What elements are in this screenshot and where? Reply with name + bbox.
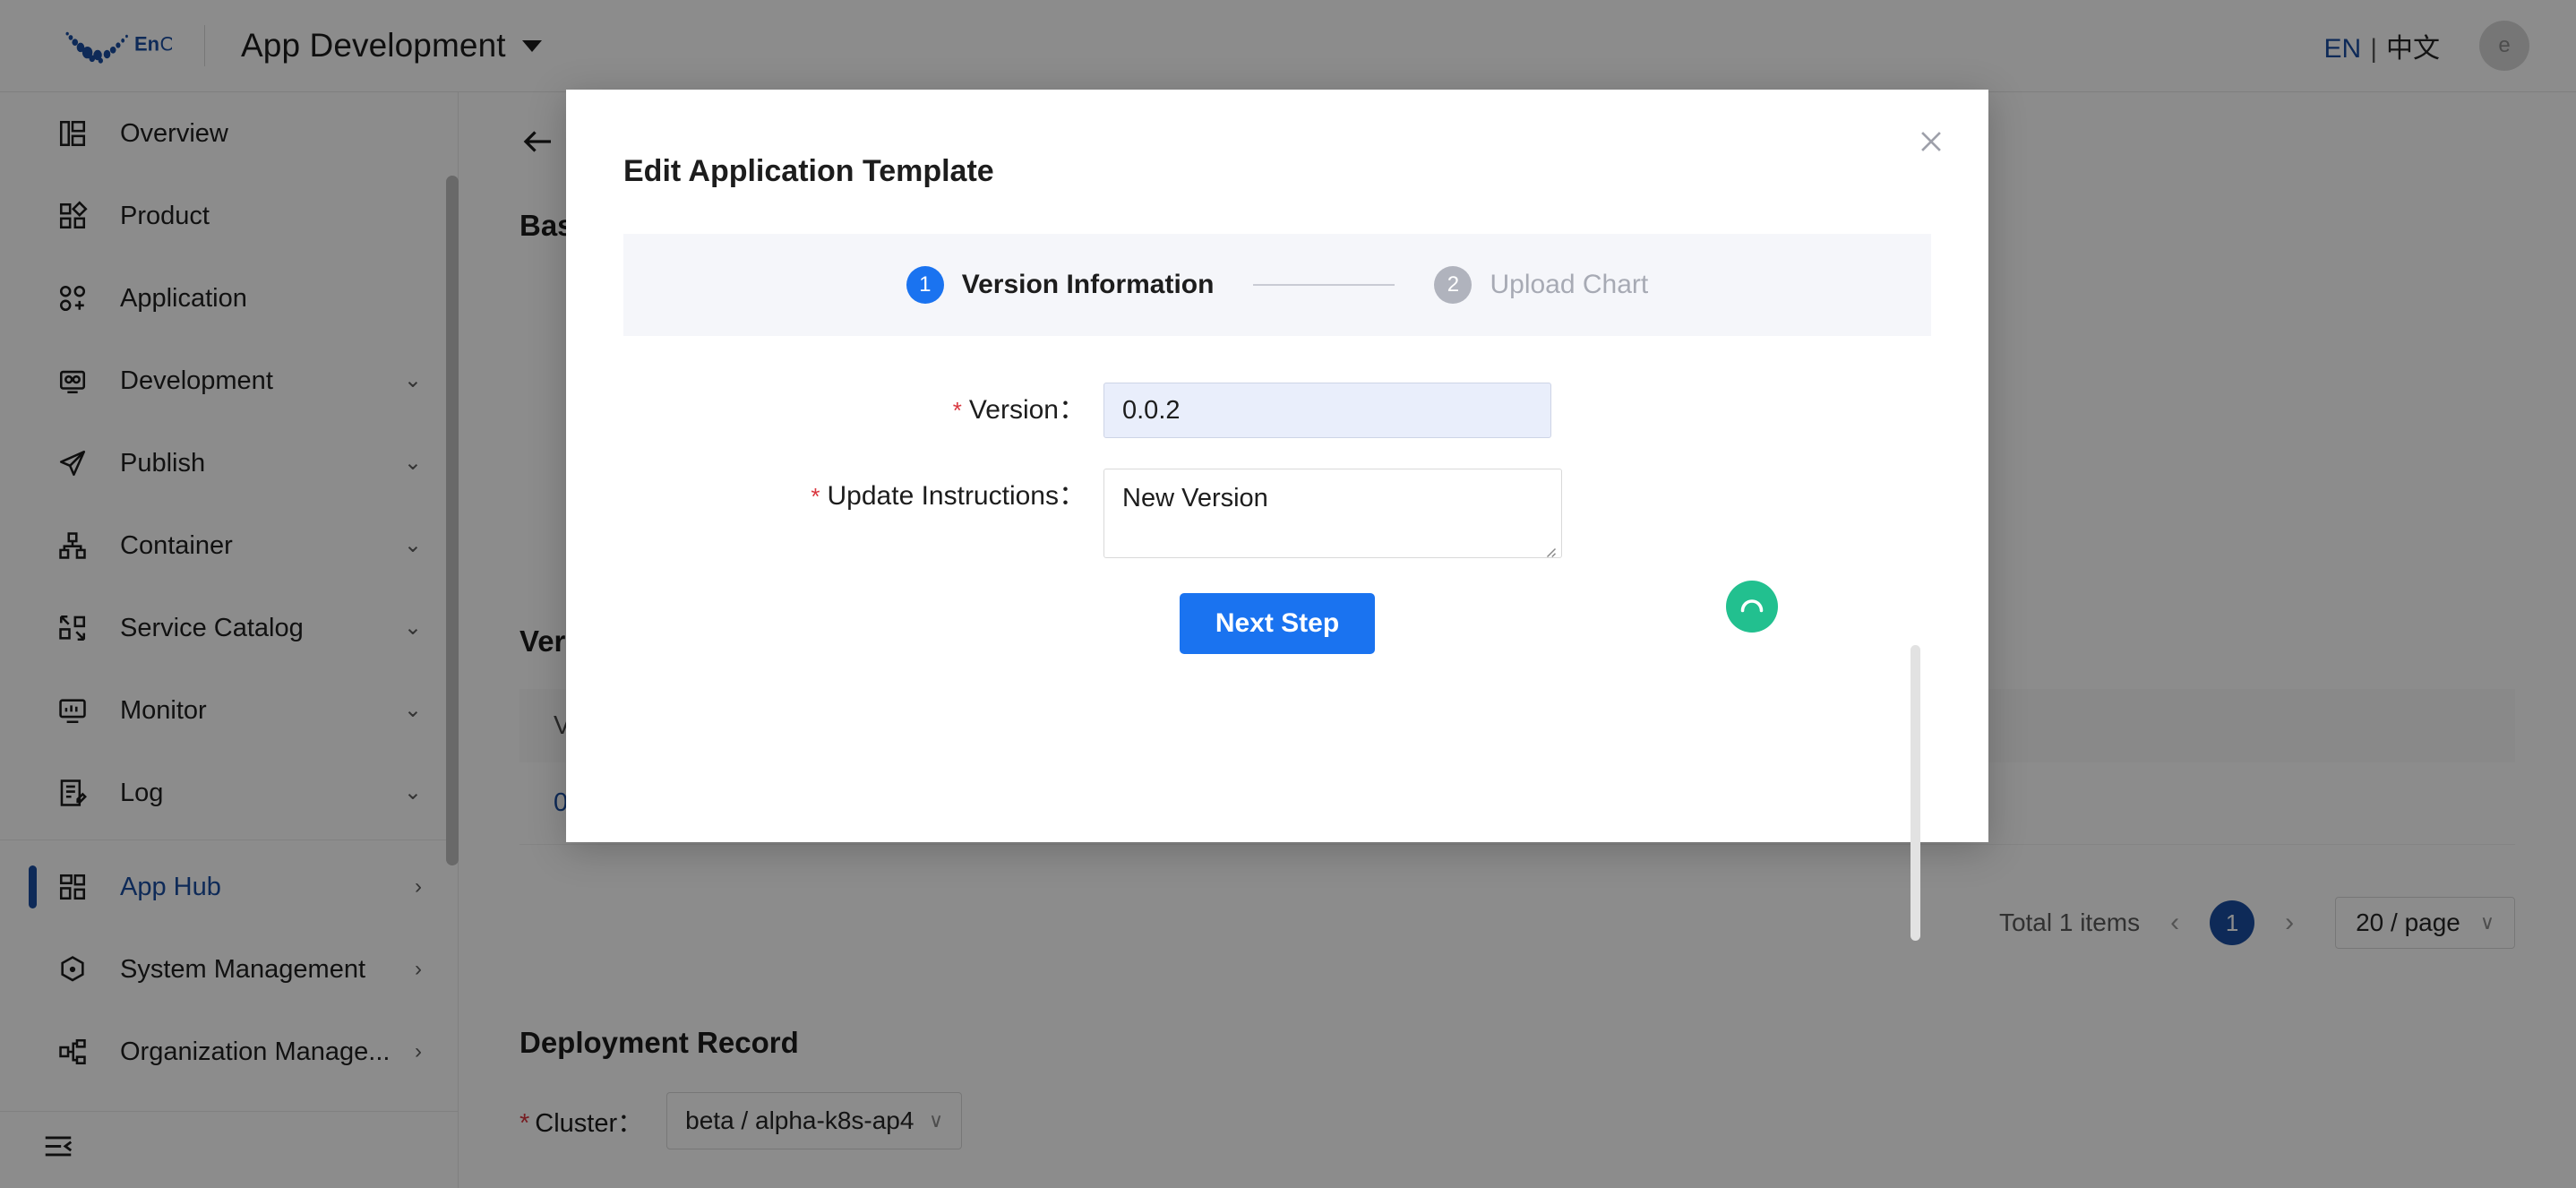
step-indicator: 1 Version Information 2 Upload Chart: [623, 234, 1931, 336]
version-input[interactable]: [1103, 383, 1551, 438]
step-upload-chart[interactable]: 2 Upload Chart: [1434, 266, 1648, 304]
version-label: * Version：: [566, 383, 1103, 438]
step-label: Version Information: [962, 270, 1215, 300]
step-label: Upload Chart: [1490, 270, 1648, 300]
required-asterisk: *: [953, 397, 962, 424]
step-version-information[interactable]: 1 Version Information: [906, 266, 1215, 304]
update-instructions-label: * Update Instructions：: [566, 469, 1103, 524]
update-instructions-textarea-wrapper: [1103, 469, 1562, 563]
close-icon[interactable]: [1906, 116, 1956, 167]
version-field-row: * Version：: [566, 383, 1988, 438]
step-connector-line: [1253, 284, 1395, 286]
step-number: 2: [1434, 266, 1472, 304]
update-instructions-label-text: Update Instructions：: [828, 481, 1086, 511]
update-instructions-field-row: * Update Instructions：: [566, 469, 1988, 563]
edit-application-template-dialog: Edit Application Template 1 Version Info…: [566, 90, 1988, 842]
dialog-title: Edit Application Template: [566, 90, 1988, 189]
step-number: 1: [906, 266, 944, 304]
next-step-button[interactable]: Next Step: [1180, 593, 1375, 654]
update-instructions-textarea[interactable]: [1103, 469, 1562, 558]
app-root: En O App Development EN|中文 e: [0, 0, 2576, 1188]
cursor-loading-icon: [1726, 581, 1778, 633]
dialog-scrollbar[interactable]: [1911, 645, 1920, 941]
required-asterisk: *: [811, 483, 820, 510]
version-label-text: Version：: [969, 395, 1086, 425]
